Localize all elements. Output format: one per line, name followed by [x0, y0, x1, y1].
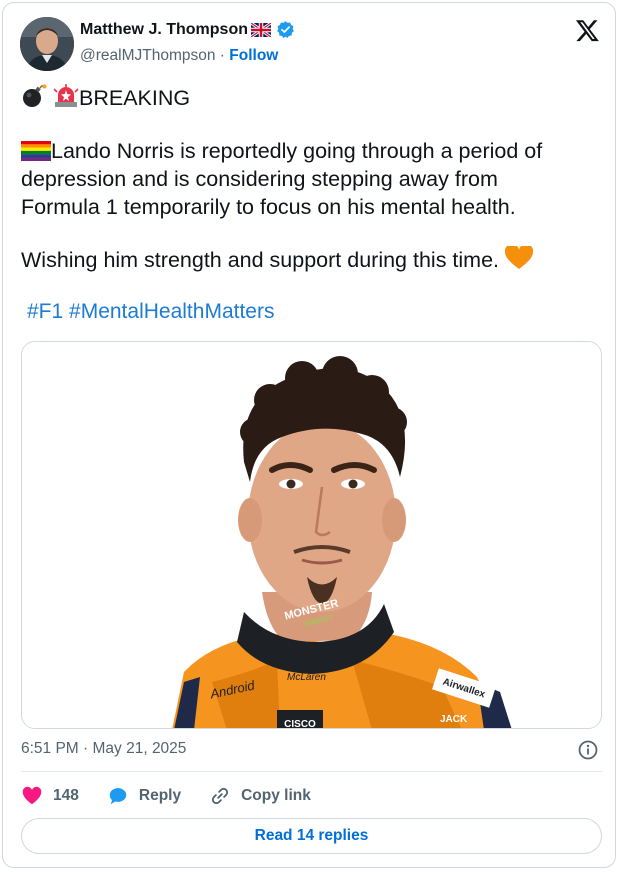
hashtag-f1[interactable]: #F1 [27, 300, 63, 323]
tweet-text-line-5: Wishing him strength and support during … [21, 248, 500, 272]
bomb-icon [21, 84, 47, 115]
read-replies-label: Read 14 replies [254, 827, 369, 844]
author-handle-row: @realMJThompson · Follow [80, 47, 278, 65]
author-handle[interactable]: @realMJThompson [80, 47, 215, 64]
like-button[interactable]: 148 [21, 785, 79, 807]
copy-link-button[interactable]: Copy link [209, 785, 311, 807]
divider [21, 771, 602, 772]
tweet-text-line-4: Formula 1 temporarily to focus on his me… [21, 195, 516, 219]
reply-button[interactable]: Reply [107, 785, 181, 807]
heart-icon [22, 786, 42, 805]
orange-heart-icon [504, 243, 534, 277]
tweet-line-2: Lando Norris is reportedly going through… [21, 138, 542, 168]
rainbow-flag-icon [21, 141, 51, 168]
read-replies-button[interactable]: Read 14 replies [21, 818, 602, 854]
tweet-text-line-3: depression and is considering stepping a… [21, 167, 498, 191]
like-count: 148 [53, 787, 79, 804]
reply-label: Reply [138, 787, 182, 804]
patch-cisco: CISCO [277, 710, 323, 728]
tweet-actions: 148 Reply Copy link [21, 785, 339, 807]
patch-jack: JACK [440, 714, 468, 725]
copy-link-label: Copy link [241, 787, 311, 804]
avatar[interactable] [20, 17, 74, 71]
patch-mclaren: McLaren [287, 672, 326, 683]
tweet-breaking-text: BREAKING [78, 86, 191, 110]
separator-dot: · [219, 47, 225, 64]
tweet-line-breaking: BREAKING [21, 84, 190, 115]
tweet-media-image[interactable]: MONSTER ENERGY Android McLaren Airwallex… [21, 341, 602, 729]
author-name[interactable]: Matthew J. Thompson [80, 21, 248, 39]
tweet-timestamp[interactable]: 6:51 PM · May 21, 2025 [21, 740, 186, 758]
x-logo-icon[interactable] [575, 18, 600, 43]
link-icon [212, 787, 229, 805]
verified-badge-icon [276, 20, 295, 39]
uk-flag-icon [250, 21, 272, 38]
tweet-text-line-2: Lando Norris is reportedly going through… [51, 139, 543, 163]
tweet-line-5: Wishing him strength and support during … [21, 243, 534, 277]
reply-bubble-icon [109, 788, 127, 805]
siren-icon [53, 84, 79, 115]
follow-button[interactable]: Follow [229, 47, 278, 64]
author-name-row: Matthew J. Thompson [80, 20, 295, 39]
info-icon[interactable] [578, 740, 598, 760]
hashtags: #F1 #MentalHealthMatters [27, 300, 274, 324]
hashtag-mental-health-matters[interactable]: #MentalHealthMatters [69, 300, 274, 323]
